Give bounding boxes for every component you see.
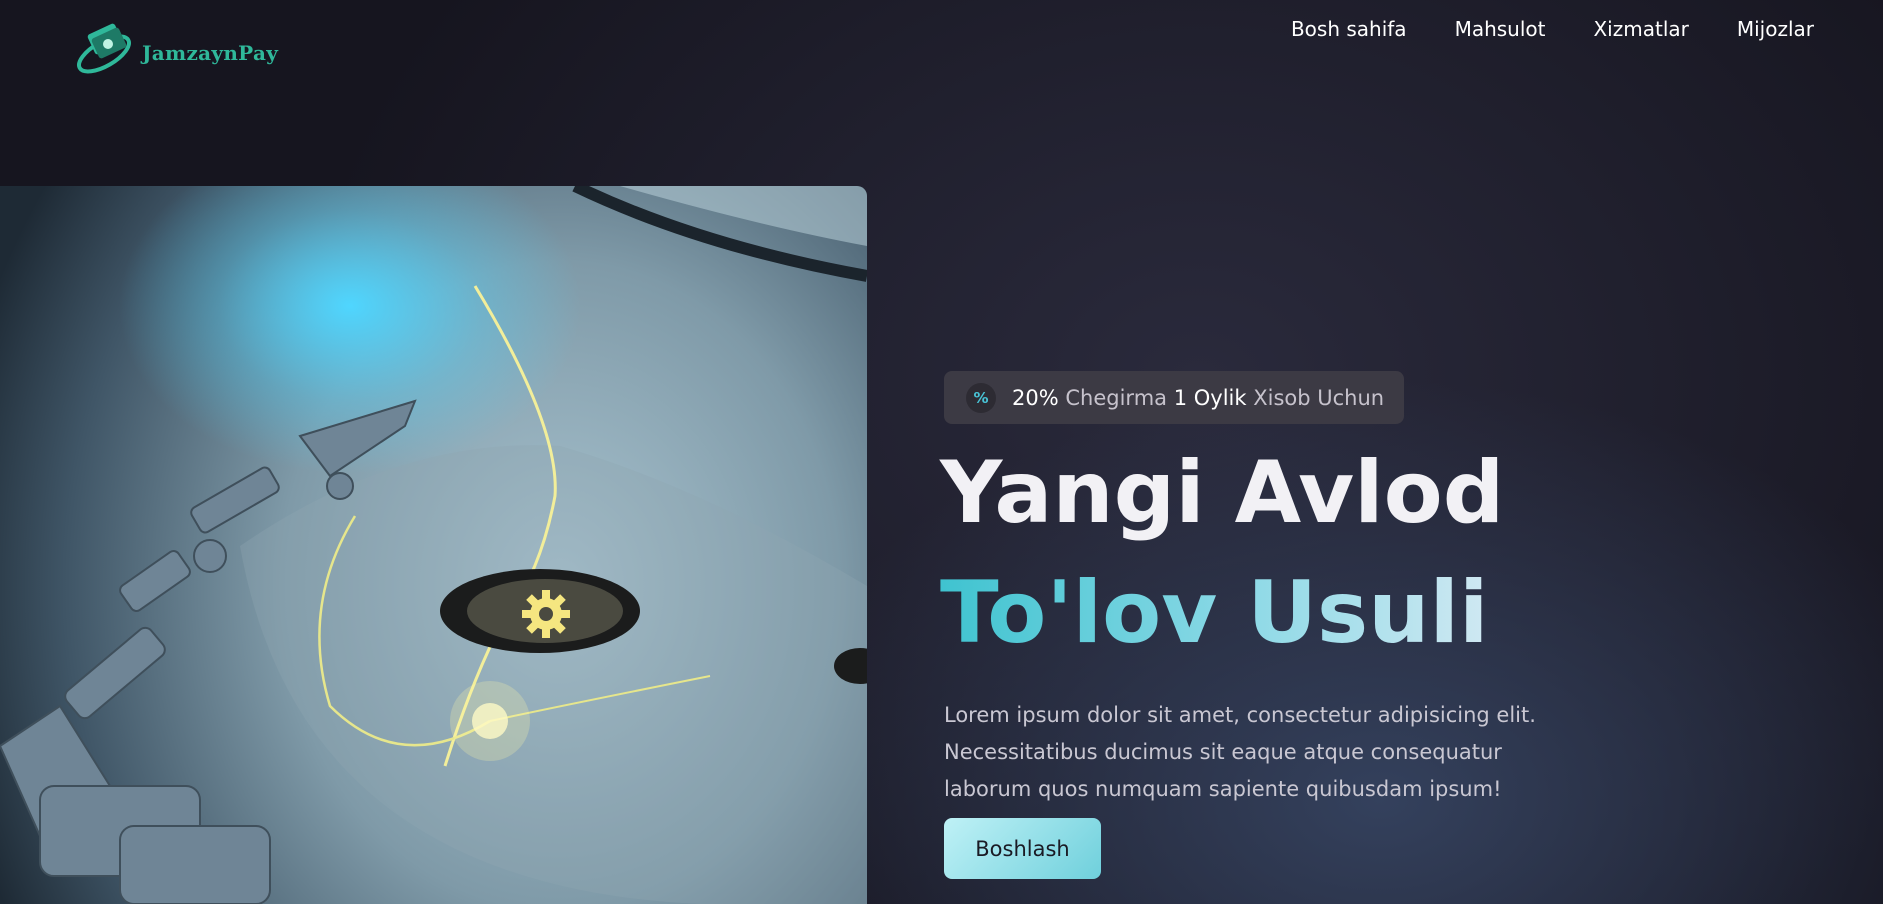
percent-icon: % <box>966 382 996 413</box>
promo-badge: % 20% Chegirma 1 Oylik Xisob Uchun <box>944 371 1404 424</box>
money-logo-icon <box>77 23 131 74</box>
nav-link-services[interactable]: Xizmatlar <box>1593 14 1688 44</box>
nav-link-clients[interactable]: Mijozlar <box>1737 14 1814 44</box>
hero-robot-image <box>0 186 867 904</box>
promo-text: Chegirma <box>1065 385 1168 410</box>
hero-subtitle: To'lov Usuli <box>940 558 1488 668</box>
promo-percent: 20% <box>1012 385 1059 410</box>
brand-logo[interactable]: JamzaynPay <box>74 18 278 82</box>
nav-link-product[interactable]: Mahsulot <box>1455 14 1546 44</box>
start-button[interactable]: Boshlash <box>944 818 1101 879</box>
brand-name: JamzaynPay <box>142 41 279 65</box>
promo-text-end: Xisob Uchun <box>1253 385 1385 410</box>
nav-link-home[interactable]: Bosh sahifa <box>1291 14 1407 44</box>
gear-icon <box>522 590 570 638</box>
main-nav: Bosh sahifa Mahsulot Xizmatlar Mijozlar <box>1291 14 1814 44</box>
promo-highlight: 1 Oylik <box>1173 385 1247 410</box>
hero-title: Yangi Avlod <box>940 443 1505 543</box>
hero-description: Lorem ipsum dolor sit amet, consectetur … <box>944 703 1536 801</box>
